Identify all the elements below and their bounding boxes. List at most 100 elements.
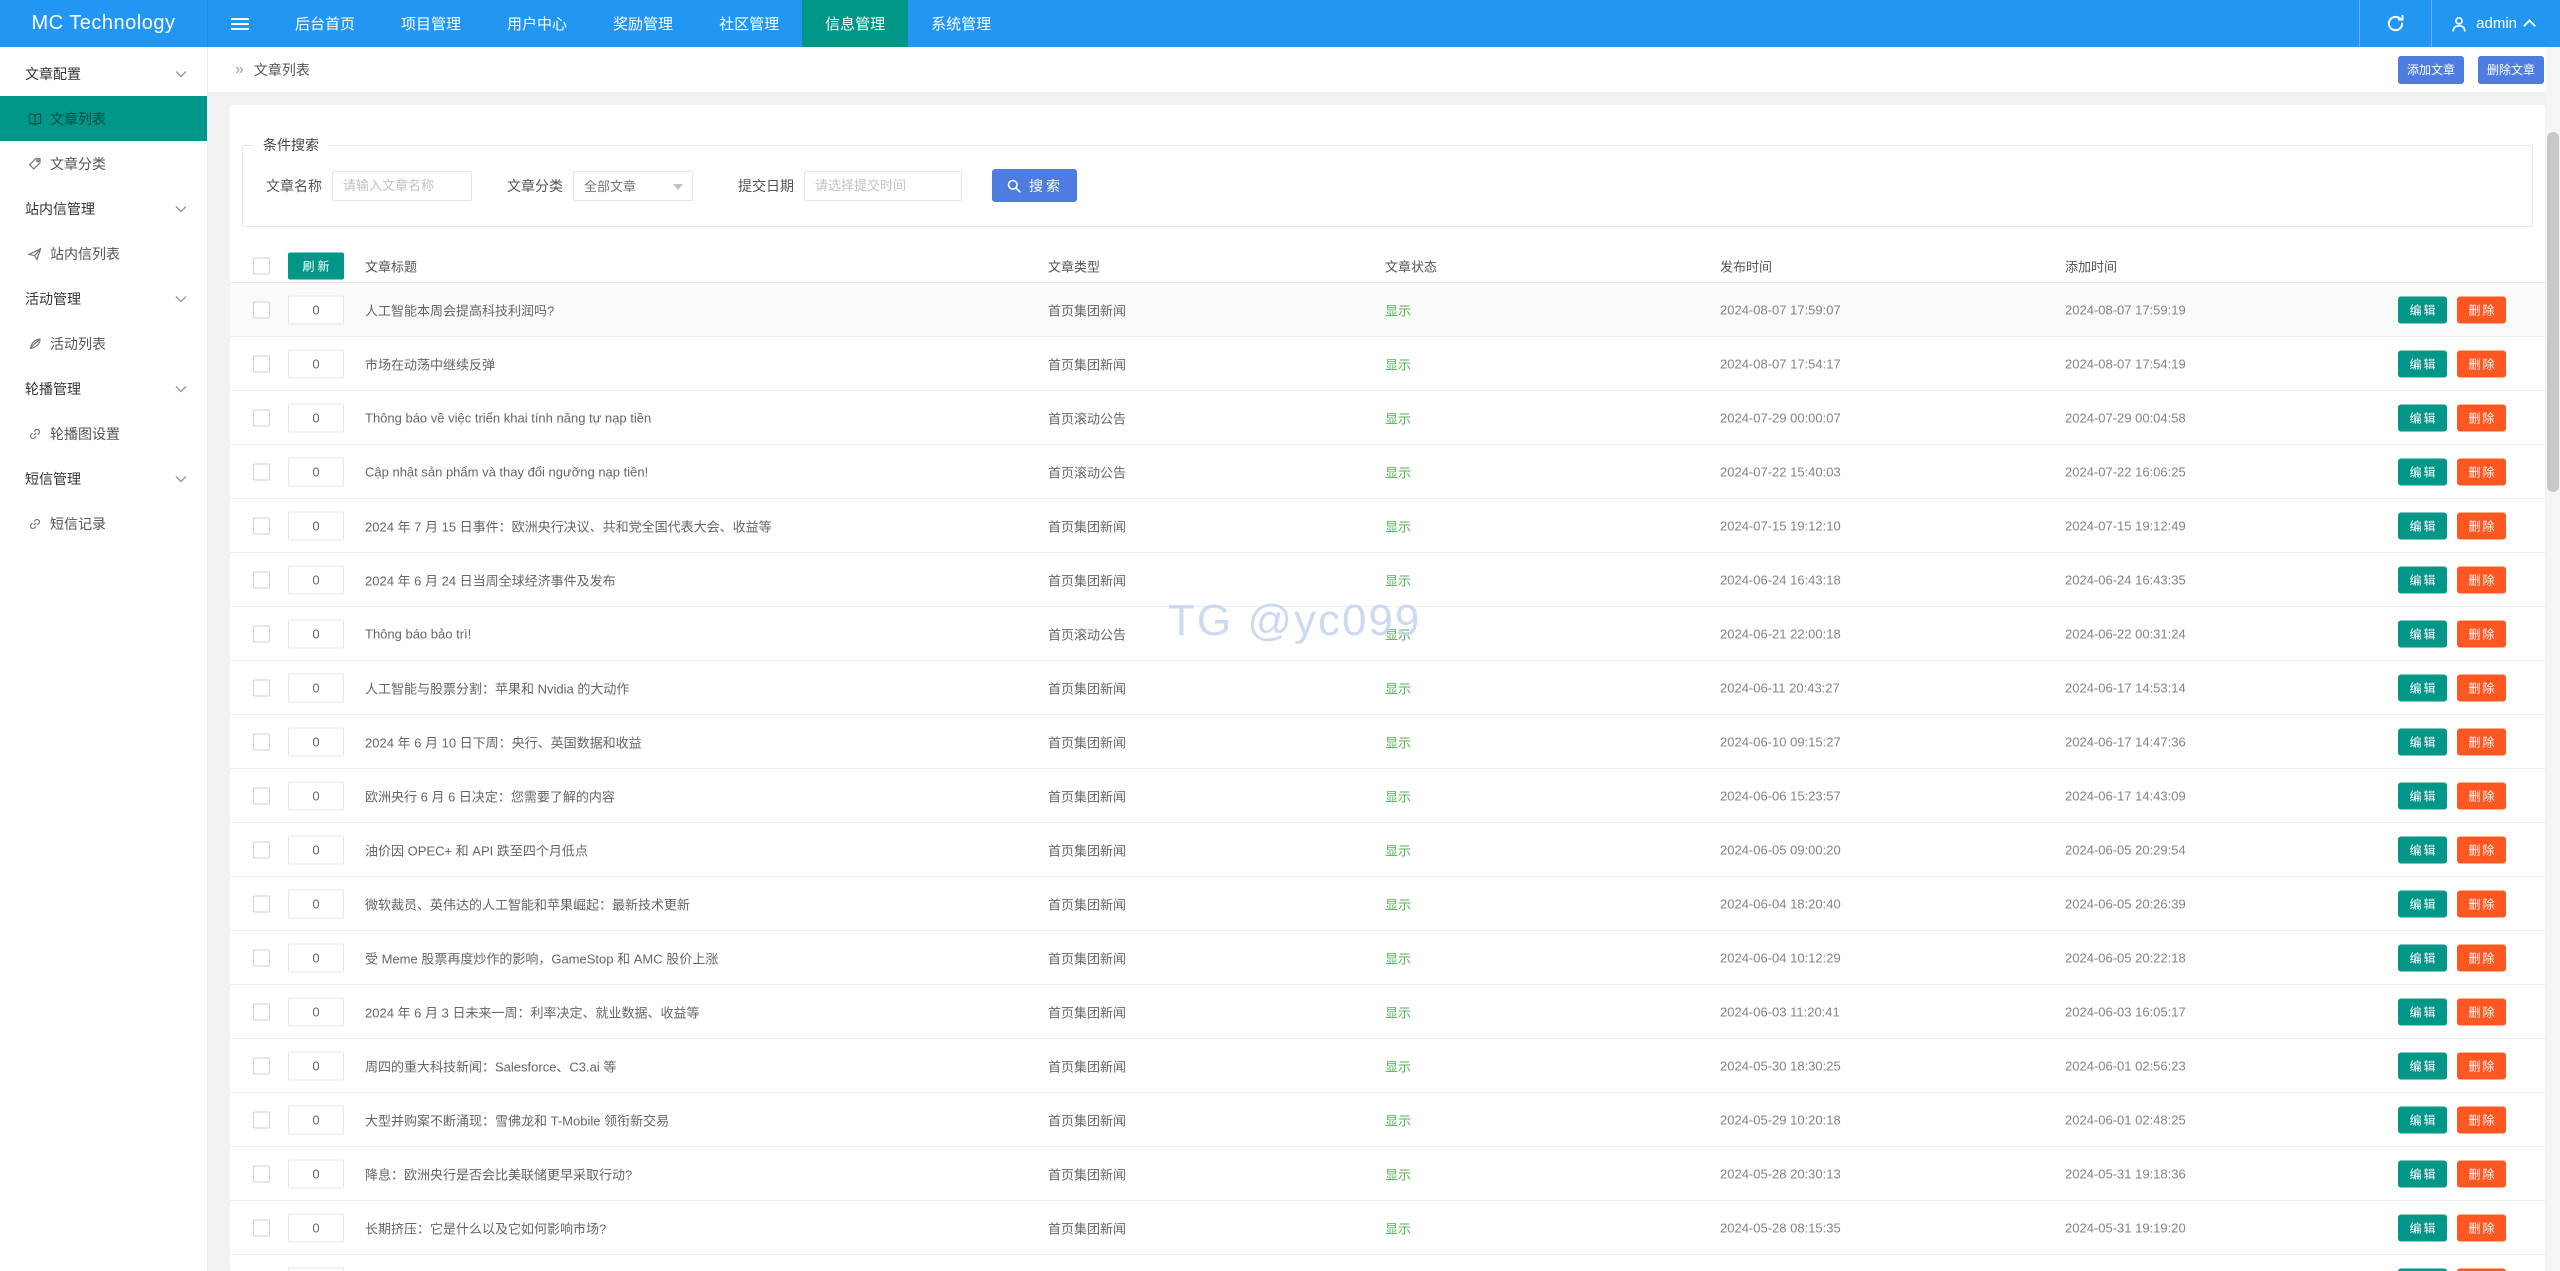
nav-item-dashboard[interactable]: 后台首页 [272, 0, 378, 47]
row-checkbox[interactable] [253, 895, 270, 913]
edit-button[interactable]: 编辑 [2398, 512, 2447, 539]
sidebar-group-sms[interactable]: 短信管理 [0, 456, 207, 501]
scrollbar-track[interactable] [2546, 47, 2560, 1271]
sidebar-group-article-config[interactable]: 文章配置 [0, 51, 207, 96]
sort-input[interactable] [288, 781, 344, 810]
edit-button[interactable]: 编辑 [2398, 782, 2447, 809]
sort-input[interactable] [288, 349, 344, 378]
sort-input[interactable] [288, 295, 344, 324]
nav-item-user-center[interactable]: 用户中心 [484, 0, 590, 47]
add-article-button[interactable]: 添加文章 [2397, 55, 2464, 84]
edit-button[interactable]: 编辑 [2398, 566, 2447, 593]
sidebar-group-message[interactable]: 站内信管理 [0, 186, 207, 231]
sort-input[interactable] [288, 1105, 344, 1134]
sidebar-toggle-button[interactable] [208, 0, 272, 47]
edit-button[interactable]: 编辑 [2398, 458, 2447, 485]
row-checkbox[interactable] [253, 1003, 270, 1021]
refresh-table-button[interactable]: 刷新 [288, 252, 344, 280]
row-checkbox[interactable] [253, 1111, 270, 1129]
delete-button[interactable]: 删除 [2457, 620, 2506, 647]
sidebar-item-message-list[interactable]: 站内信列表 [0, 231, 207, 276]
delete-button[interactable]: 删除 [2457, 404, 2506, 431]
delete-button[interactable]: 删除 [2457, 296, 2506, 323]
sort-input[interactable] [288, 889, 344, 918]
sidebar-item-article-category[interactable]: 文章分类 [0, 141, 207, 186]
sort-input[interactable] [288, 403, 344, 432]
select-all-checkbox[interactable] [253, 257, 270, 275]
edit-button[interactable]: 编辑 [2398, 674, 2447, 701]
row-checkbox[interactable] [253, 625, 270, 643]
nav-item-reward[interactable]: 奖励管理 [590, 0, 696, 47]
delete-button[interactable]: 删除 [2457, 728, 2506, 755]
delete-button[interactable]: 删除 [2457, 998, 2506, 1025]
sort-input[interactable] [288, 673, 344, 702]
row-checkbox[interactable] [253, 301, 270, 319]
sort-input[interactable] [288, 619, 344, 648]
edit-button[interactable]: 编辑 [2398, 998, 2447, 1025]
refresh-button[interactable] [2359, 0, 2431, 47]
row-checkbox[interactable] [253, 409, 270, 427]
sidebar-group-carousel[interactable]: 轮播管理 [0, 366, 207, 411]
sort-input[interactable] [288, 1213, 344, 1242]
delete-button[interactable]: 删除 [2457, 458, 2506, 485]
sidebar-item-sms-records[interactable]: 短信记录 [0, 501, 207, 546]
row-checkbox[interactable] [253, 517, 270, 535]
sort-input[interactable] [288, 1267, 344, 1271]
article-category-select[interactable]: 全部文章 [573, 170, 693, 201]
row-checkbox[interactable] [253, 787, 270, 805]
sidebar-item-article-list[interactable]: 文章列表 [0, 96, 207, 141]
article-name-input[interactable] [332, 170, 472, 201]
delete-button[interactable]: 删除 [2457, 944, 2506, 971]
delete-button[interactable]: 删除 [2457, 836, 2506, 863]
nav-item-project[interactable]: 项目管理 [378, 0, 484, 47]
row-checkbox[interactable] [253, 463, 270, 481]
edit-button[interactable]: 编辑 [2398, 1160, 2447, 1187]
edit-button[interactable]: 编辑 [2398, 350, 2447, 377]
edit-button[interactable]: 编辑 [2398, 890, 2447, 917]
edit-button[interactable]: 编辑 [2398, 1106, 2447, 1133]
row-checkbox[interactable] [253, 949, 270, 967]
edit-button[interactable]: 编辑 [2398, 836, 2447, 863]
edit-button[interactable]: 编辑 [2398, 1214, 2447, 1241]
nav-item-information[interactable]: 信息管理 [802, 0, 909, 47]
sidebar-group-activity[interactable]: 活动管理 [0, 276, 207, 321]
sort-input[interactable] [288, 835, 344, 864]
sidebar-item-carousel-settings[interactable]: 轮播图设置 [0, 411, 207, 456]
delete-article-button[interactable]: 删除文章 [2477, 55, 2544, 84]
sort-input[interactable] [288, 997, 344, 1026]
sort-input[interactable] [288, 727, 344, 756]
row-checkbox[interactable] [253, 571, 270, 589]
delete-button[interactable]: 删除 [2457, 512, 2506, 539]
delete-button[interactable]: 删除 [2457, 674, 2506, 701]
delete-button[interactable]: 删除 [2457, 566, 2506, 593]
sidebar-item-activity-list[interactable]: 活动列表 [0, 321, 207, 366]
nav-item-community[interactable]: 社区管理 [696, 0, 802, 47]
sort-input[interactable] [288, 1159, 344, 1188]
row-checkbox[interactable] [253, 355, 270, 373]
sort-input[interactable] [288, 943, 344, 972]
row-checkbox[interactable] [253, 841, 270, 859]
sort-input[interactable] [288, 1051, 344, 1080]
delete-button[interactable]: 删除 [2457, 1214, 2506, 1241]
row-checkbox[interactable] [253, 1219, 270, 1237]
edit-button[interactable]: 编辑 [2398, 296, 2447, 323]
user-menu[interactable]: admin [2431, 0, 2560, 47]
edit-button[interactable]: 编辑 [2398, 404, 2447, 431]
nav-item-system[interactable]: 系统管理 [908, 0, 1014, 47]
edit-button[interactable]: 编辑 [2398, 728, 2447, 755]
row-checkbox[interactable] [253, 679, 270, 697]
row-checkbox[interactable] [253, 733, 270, 751]
scrollbar-thumb[interactable] [2547, 132, 2559, 492]
delete-button[interactable]: 删除 [2457, 1106, 2506, 1133]
sort-input[interactable] [288, 565, 344, 594]
delete-button[interactable]: 删除 [2457, 350, 2506, 377]
row-checkbox[interactable] [253, 1165, 270, 1183]
submit-date-input[interactable] [804, 170, 962, 201]
delete-button[interactable]: 删除 [2457, 1052, 2506, 1079]
edit-button[interactable]: 编辑 [2398, 620, 2447, 647]
sort-input[interactable] [288, 511, 344, 540]
delete-button[interactable]: 删除 [2457, 890, 2506, 917]
delete-button[interactable]: 删除 [2457, 782, 2506, 809]
row-checkbox[interactable] [253, 1057, 270, 1075]
sort-input[interactable] [288, 457, 344, 486]
